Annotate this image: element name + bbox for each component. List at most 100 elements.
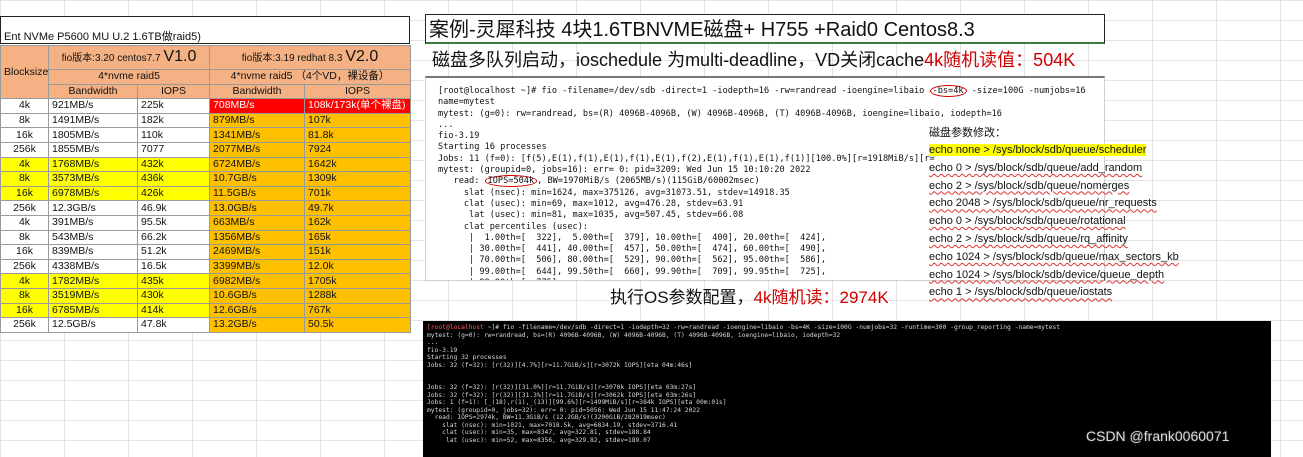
v1-iops-cell: 51.2k xyxy=(136,244,211,260)
v2-iops-cell: 81.8k xyxy=(304,127,412,143)
blocksize-cell: 4k xyxy=(0,214,49,231)
blocksize-cell: 8k xyxy=(0,229,49,246)
blocksize-cell: 16k xyxy=(0,302,49,319)
v2-bandwidth-cell: 3399MB/s xyxy=(209,258,306,275)
circled-blocksize: -bs=4k xyxy=(929,85,967,97)
table-row: 4k 391MB/s 95.5k 663MB/s 162k xyxy=(0,214,412,231)
blocksize-cell: 256k xyxy=(0,258,49,275)
table-row: 8k 3519MB/s 430k 10.6GB/s 1288k xyxy=(0,287,412,304)
table-row: 8k 1491MB/s 182k 879MB/s 107k xyxy=(0,112,412,129)
v1-bandwidth-cell: 1768MB/s xyxy=(48,156,138,173)
v2-iops-cell: 701k xyxy=(304,185,412,202)
terminal-line: Jobs: 32 (f=32): [r(32)][31.3%][r=11.7Gi… xyxy=(427,391,697,399)
table-row: 4k 1782MB/s 435k 6982MB/s 1705k xyxy=(0,273,412,289)
v1-iops-cell: 46.9k xyxy=(136,200,211,216)
v1-bandwidth-cell: 1805MB/s xyxy=(48,127,138,143)
blocksize-cell: 8k xyxy=(0,171,49,187)
v2-bandwidth-cell: 13.0GB/s xyxy=(209,200,306,216)
v1-iops-cell: 414k xyxy=(136,302,211,319)
v2-iops-cell: 162k xyxy=(304,214,412,231)
circled-iops: IOPS=504k xyxy=(484,175,538,188)
v2-bandwidth-cell: 12.6GB/s xyxy=(209,302,306,319)
read-label: read: xyxy=(438,176,485,187)
subtitle-main: 磁盘多队列启动，ioschedule 为multi-deadline，VD关闭c… xyxy=(432,50,925,70)
param-line-rotational: echo 0 > /sys/block/sdb/queue/rotational xyxy=(929,215,1126,228)
v1-bandwidth-cell: 3573MB/s xyxy=(48,171,138,187)
table-row: 256k 4338MB/s 16.5k 3399MB/s 12.0k xyxy=(0,258,412,275)
v2-iops-cell: 1309k xyxy=(304,171,412,187)
v1-desc: fio版本:3.20 centos7.7 xyxy=(61,53,161,64)
table-row: 16k 1805MB/s 110k 1341MB/s 81.8k xyxy=(0,127,412,143)
v2-iops-cell: 767k xyxy=(304,302,412,319)
v1-iops-cell: 430k xyxy=(136,287,211,304)
read-rest: , BW=1970MiB/s (2065MB/s)(115GiB/60002ms… xyxy=(537,176,760,187)
table-row: 16k 6785MB/s 414k 12.6GB/s 767k xyxy=(0,302,412,319)
v2-bandwidth-header: Bandwidth xyxy=(209,83,306,100)
prompt-command: ~]# fio -filename=/dev/sdb -direct=1 -io… xyxy=(483,324,1061,331)
v1-iops-cell: 436k xyxy=(136,171,211,187)
v2-bandwidth-cell: 6982MB/s xyxy=(209,273,306,289)
v1-bandwidth-cell: 12.5GB/s xyxy=(48,317,138,333)
terminal-line: fio-3.19 xyxy=(427,346,458,354)
v2-iops-cell: 7924 xyxy=(304,141,412,158)
blocksize-cell: 8k xyxy=(0,112,49,129)
os-config-value: 4k随机读：2974K xyxy=(753,288,889,307)
v1-iops-header: IOPS xyxy=(136,83,211,100)
v2-version: V2.0 xyxy=(345,48,379,65)
v2-bandwidth-cell: 10.6GB/s xyxy=(209,287,306,304)
terminal-line: mytest: (groupid=0, jobs=32): err= 0: pi… xyxy=(427,406,700,414)
table-row: 256k 12.3GB/s 46.9k 13.0GB/s 49.7k xyxy=(0,200,412,216)
blocksize-header: Blocksize xyxy=(0,44,49,100)
v2-bandwidth-cell: 1356MB/s xyxy=(209,229,306,246)
terminal-line: ... xyxy=(427,339,439,346)
v2-iops-cell: 1288k xyxy=(304,287,412,304)
param-line-scheduler: echo none > /sys/block/sdb/queue/schedul… xyxy=(929,144,1147,156)
blocksize-cell: 16k xyxy=(0,185,49,202)
terminal-line: Starting 32 processes xyxy=(427,354,507,361)
v2-iops-cell: 107k xyxy=(304,112,412,129)
v2-iops-cell: 49.7k xyxy=(304,200,412,216)
terminal-line: mytest: (g=0): rw=randread, bs=(R) 4096B… xyxy=(427,331,841,339)
param-line-nomerges: echo 2 > /sys/block/sdb/queue/nomerges xyxy=(929,179,1130,192)
v1-iops-cell: 7077 xyxy=(136,141,211,158)
blocksize-cell: 16k xyxy=(0,244,49,260)
param-line-add-random: echo 0 > /sys/block/sdb/queue/add_random xyxy=(929,161,1143,174)
terminal-line: mytest: (g=0): rw=randread, bs=(R) 4096B… xyxy=(438,108,1002,119)
v2-iops-cell: 12.0k xyxy=(304,258,412,275)
blocksize-cell: 256k xyxy=(0,317,49,333)
v2-bandwidth-cell: 13.2GB/s xyxy=(209,317,306,333)
v1-iops-cell: 16.5k xyxy=(136,258,211,275)
blocksize-cell: 4k xyxy=(0,273,49,289)
v1-iops-cell: 435k xyxy=(136,273,211,289)
v1-bandwidth-cell: 4338MB/s xyxy=(48,258,138,275)
v2-iops-cell: 151k xyxy=(304,244,412,260)
v2-desc: fio版本:3.19 redhat 8.3 xyxy=(241,53,343,64)
v2-iops-cell: 1705k xyxy=(304,273,412,289)
blocksize-cell: 16k xyxy=(0,127,49,143)
v2-bandwidth-cell: 1341MB/s xyxy=(209,127,306,143)
os-config-result: 执行OS参数配置，4k随机读：2974K xyxy=(610,285,1030,311)
blocksize-cell: 4k xyxy=(0,156,49,173)
v1-bandwidth-cell: 1491MB/s xyxy=(48,112,138,129)
v2-bandwidth-cell: 11.5GB/s xyxy=(209,185,306,202)
terminal-line: read: IOPS=2974k, BW=11.3GiB/s (12.2GB/s… xyxy=(427,414,666,421)
v2-iops-cell: 108k/173k(单个裸盘) xyxy=(304,98,412,114)
v2-iops-cell: 50.5k xyxy=(304,317,412,333)
v1-iops-cell: 225k xyxy=(136,98,211,114)
v2-bandwidth-cell: 6724MB/s xyxy=(209,156,306,173)
benchmark-table: Blocksize fio版本:3.20 centos7.7 V1.0 fio版… xyxy=(0,44,412,333)
left-table-title: Ent NVMe P5600 MU U.2 1.6TB做raid5) xyxy=(0,16,410,44)
cmd-text: [root@localhost ~]# fio -filename=/dev/s… xyxy=(438,86,930,96)
v1-iops-cell: 110k xyxy=(136,127,211,143)
table-row: 256k 12.5GB/s 47.8k 13.2GB/s 50.5k xyxy=(0,317,412,333)
v1-header: fio版本:3.20 centos7.7 V1.0 xyxy=(47,45,211,70)
v2-bandwidth-cell: 2077MB/s xyxy=(209,141,306,158)
table-row: 16k 839MB/s 51.2k 2469MB/s 151k xyxy=(0,244,412,260)
v1-iops-cell: 426k xyxy=(136,185,211,202)
v2-iops-cell: 1642k xyxy=(304,156,412,173)
v2-bandwidth-cell: 663MB/s xyxy=(209,214,306,231)
v1-config: 4*nvme raid5 xyxy=(47,69,211,85)
subtitle: 磁盘多队列启动，ioschedule 为multi-deadline，VD关闭c… xyxy=(432,47,1112,73)
